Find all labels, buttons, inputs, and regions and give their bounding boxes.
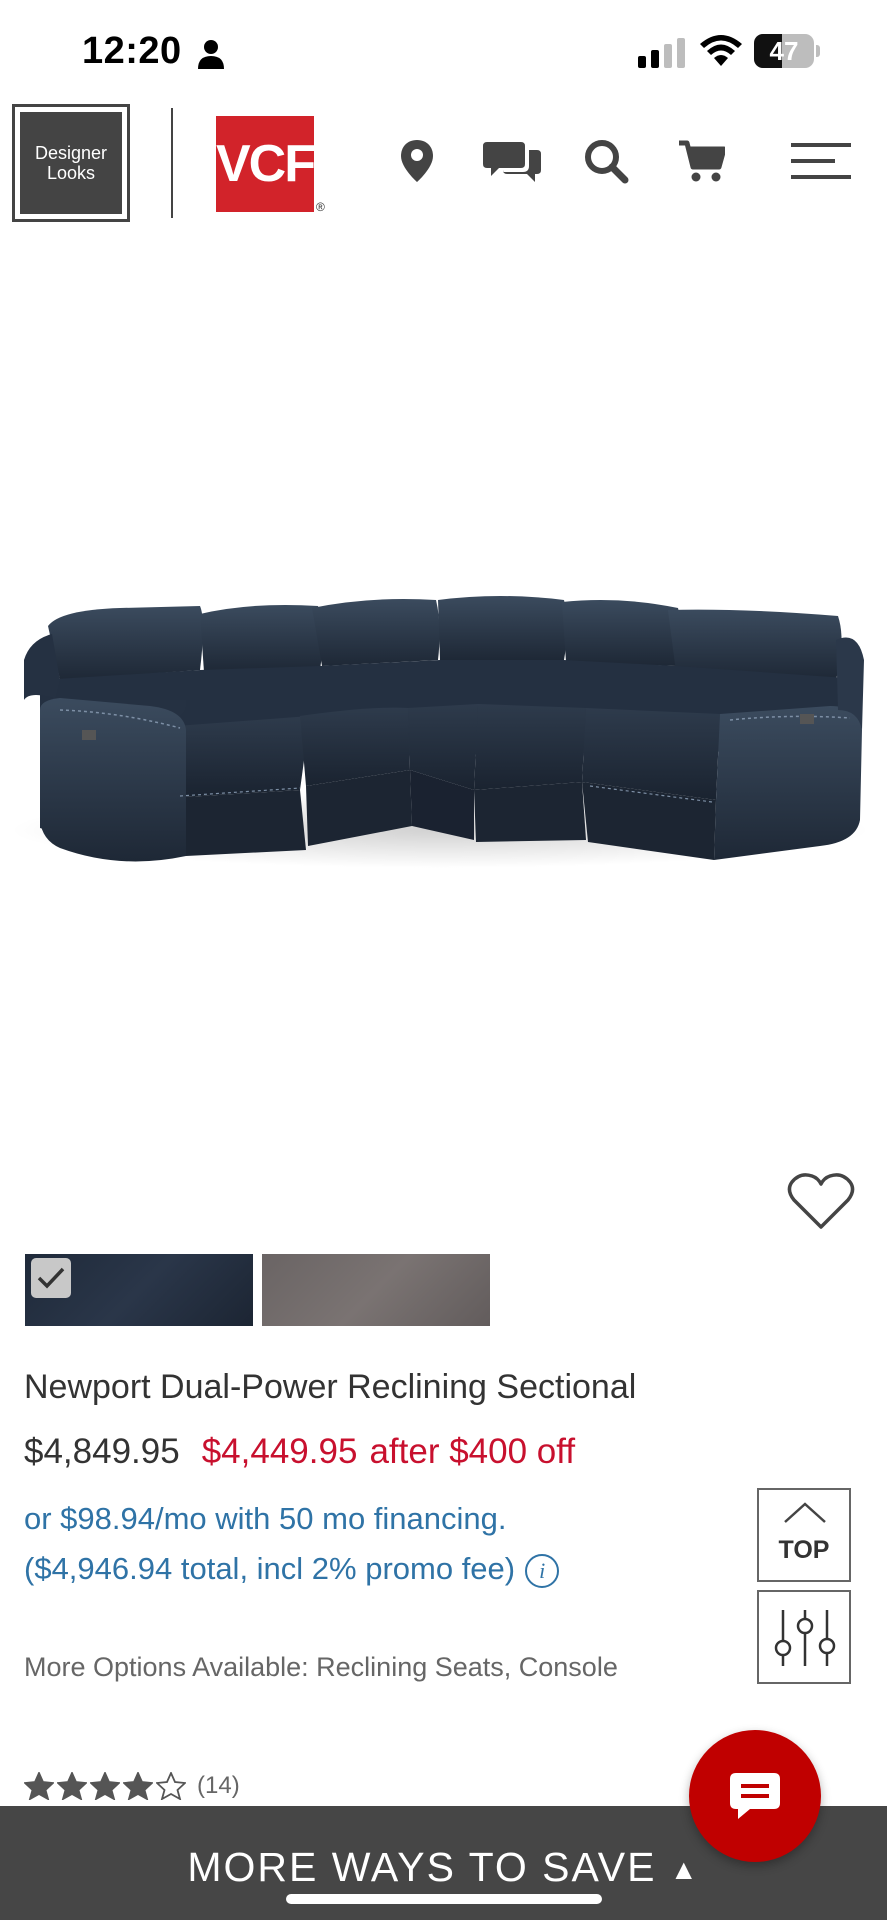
financing-line2: ($4,946.94 total, incl 2% promo fee) <box>24 1551 516 1586</box>
site-header: Designer Looks VCF ® <box>0 100 887 230</box>
sliders-icon <box>774 1610 836 1666</box>
financing-info[interactable]: or $98.94/mo with 50 mo financing. ($4,9… <box>24 1494 560 1594</box>
search-icon[interactable] <box>582 136 630 186</box>
back-to-top-button[interactable]: TOP <box>757 1488 851 1582</box>
cellular-signal-icon <box>638 38 685 68</box>
cart-icon[interactable] <box>678 136 726 186</box>
rating-count: (14) <box>197 1772 240 1799</box>
chat-icon[interactable] <box>482 136 542 186</box>
wishlist-heart-icon[interactable] <box>786 1172 856 1232</box>
home-indicator[interactable] <box>286 1894 602 1904</box>
price-discount-note: after $400 off <box>369 1432 576 1471</box>
star-filled-icon <box>57 1772 87 1800</box>
rating[interactable]: (14) <box>24 1772 240 1800</box>
person-icon <box>198 40 224 69</box>
wifi-icon <box>700 35 742 66</box>
filter-button[interactable] <box>757 1590 851 1684</box>
price-original: $4,849.95 <box>24 1432 180 1471</box>
price-row: $4,849.95 $4,449.95 after $400 off <box>24 1432 575 1472</box>
vcf-logo[interactable]: VCF <box>216 116 316 212</box>
sectional-sofa-image <box>10 596 870 868</box>
star-filled-icon <box>123 1772 153 1800</box>
product-title: Newport Dual-Power Reclining Sectional <box>24 1368 637 1406</box>
battery-percent: 47 <box>769 36 799 66</box>
designer-looks-logo[interactable]: Designer Looks <box>12 104 130 222</box>
color-swatch-gray[interactable] <box>262 1254 490 1326</box>
chevron-up-icon <box>784 1502 826 1523</box>
top-label: TOP <box>778 1536 830 1564</box>
menu-icon[interactable] <box>790 136 852 186</box>
check-icon <box>31 1258 71 1298</box>
more-options-text[interactable]: More Options Available: Reclining Seats,… <box>24 1652 618 1683</box>
price-sale: $4,449.95 <box>201 1432 358 1471</box>
status-bar: 12:20 47 <box>0 0 887 100</box>
triangle-up-icon: ▲ <box>669 1854 700 1886</box>
rating-stars <box>24 1772 189 1800</box>
chat-bubble-icon <box>730 1773 780 1819</box>
location-icon[interactable] <box>396 136 438 186</box>
product-image[interactable] <box>0 230 887 1150</box>
star-filled-icon <box>90 1772 120 1800</box>
star-filled-icon <box>24 1772 54 1800</box>
battery-icon: 47 <box>754 34 820 68</box>
live-chat-button[interactable] <box>689 1730 821 1862</box>
header-divider <box>171 108 173 218</box>
info-icon[interactable]: i <box>525 1553 560 1588</box>
status-time: 12:20 <box>82 30 182 72</box>
vcf-registered-mark: ® <box>316 200 325 214</box>
designer-logo-line2: Looks <box>46 163 96 183</box>
financing-line1: or $98.94/mo with 50 mo financing. <box>24 1501 507 1536</box>
color-swatch-blue[interactable] <box>25 1254 253 1326</box>
star-empty-icon <box>156 1772 186 1800</box>
designer-logo-line1: Designer <box>34 143 108 163</box>
